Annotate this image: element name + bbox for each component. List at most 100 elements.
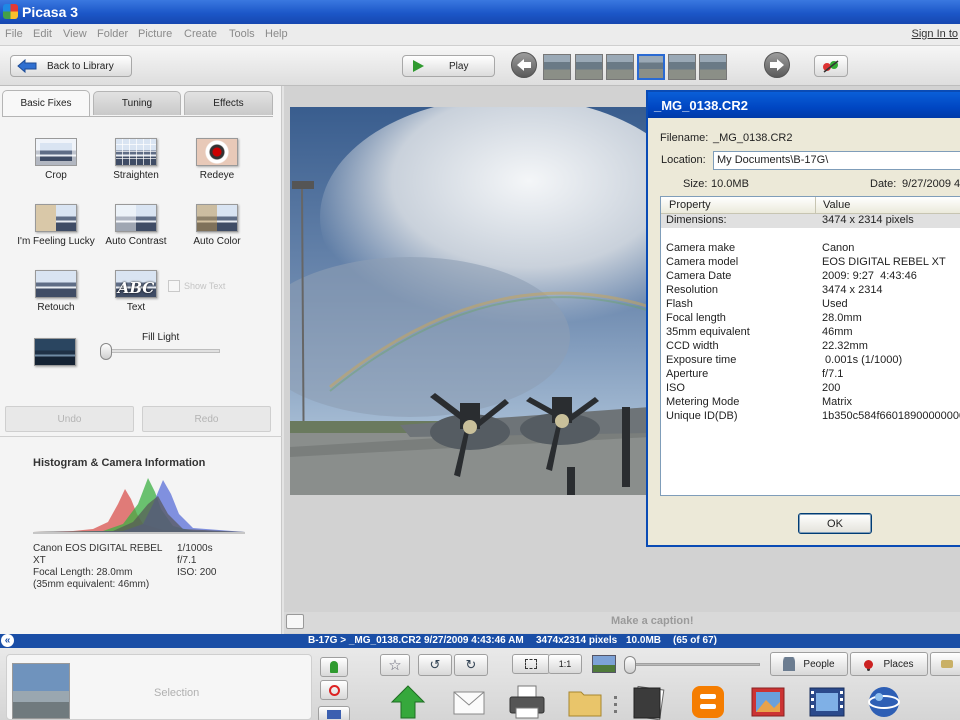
dialog-title: _MG_0138.CR2 bbox=[648, 92, 960, 118]
fill-light-label: Fill Light bbox=[142, 332, 180, 343]
geotag-action[interactable] bbox=[866, 684, 902, 718]
tags-button[interactable] bbox=[930, 652, 960, 676]
property-row[interactable]: CCD width 22.32mm bbox=[661, 340, 960, 354]
fill-light-icon bbox=[34, 338, 76, 366]
property-row[interactable]: Focal length 28.0mm bbox=[661, 312, 960, 326]
play-icon bbox=[413, 60, 424, 72]
zoom-slider-track[interactable] bbox=[628, 663, 760, 666]
property-row[interactable]: Flash Used bbox=[661, 298, 960, 312]
retouch-tool[interactable]: Retouch bbox=[16, 270, 96, 313]
next-photo-button[interactable] bbox=[764, 52, 790, 78]
email-action[interactable] bbox=[451, 684, 487, 718]
tab-tuning[interactable]: Tuning bbox=[93, 91, 181, 115]
back-to-library-button[interactable]: Back to Library bbox=[10, 55, 132, 77]
clear-tray-button[interactable] bbox=[320, 680, 348, 700]
filmstrip-thumbnail[interactable] bbox=[699, 54, 727, 80]
collapse-icon[interactable]: « bbox=[1, 634, 14, 647]
selection-thumbnail[interactable] bbox=[12, 663, 70, 719]
straighten-tool[interactable]: Straighten bbox=[96, 138, 176, 181]
zoom-slider-handle[interactable] bbox=[624, 656, 636, 674]
people-button[interactable]: People bbox=[770, 652, 848, 676]
fill-light-slider-handle[interactable] bbox=[100, 343, 112, 360]
redeye-tool[interactable]: Redeye bbox=[177, 138, 257, 181]
property-row[interactable]: ISO 200 bbox=[661, 382, 960, 396]
upload-arrow-icon bbox=[390, 685, 426, 719]
menu-edit[interactable]: Edit bbox=[33, 28, 52, 40]
hold-button[interactable] bbox=[320, 657, 348, 677]
window-title: Picasa 3 bbox=[22, 4, 79, 20]
photo-dimensions: 3474x2314 pixels bbox=[536, 635, 618, 646]
crop-icon bbox=[35, 138, 77, 166]
blogger-action[interactable] bbox=[690, 684, 726, 718]
menu-folder[interactable]: Folder bbox=[97, 28, 128, 40]
property-row[interactable]: 35mm equivalent 46mm bbox=[661, 326, 960, 340]
location-field[interactable]: My Documents\B-17G\ bbox=[713, 151, 960, 170]
album-button[interactable] bbox=[318, 706, 350, 720]
text-tool[interactable]: ABC Text bbox=[96, 270, 176, 313]
menu-view[interactable]: View bbox=[63, 28, 87, 40]
rotate-right-button[interactable]: ↻ bbox=[454, 654, 488, 676]
print-action[interactable] bbox=[508, 684, 545, 719]
caption-bar: Make a caption! bbox=[284, 612, 960, 633]
filmstrip-thumbnail[interactable] bbox=[606, 54, 634, 80]
camera-35mm-equivalent: (35mm equivalent: 46mm) bbox=[33, 579, 150, 590]
menu-picture[interactable]: Picture bbox=[138, 28, 172, 40]
export-action[interactable] bbox=[567, 684, 603, 718]
fit-view-button[interactable] bbox=[512, 654, 550, 674]
menu-tools[interactable]: Tools bbox=[229, 28, 255, 40]
feeling-lucky-tool[interactable]: I'm Feeling Lucky bbox=[16, 204, 96, 247]
properties-list[interactable]: Property Value Dimensions: 3474 x 2314 pi… bbox=[660, 196, 960, 496]
filmstrip-thumbnail-selected[interactable] bbox=[637, 54, 665, 80]
property-row[interactable]: Exposure time 0.001s (1/1000) bbox=[661, 354, 960, 368]
fill-light-slider-track[interactable] bbox=[104, 349, 220, 353]
red-eye-icon bbox=[196, 138, 238, 166]
previous-photo-button[interactable] bbox=[511, 52, 537, 78]
tab-effects[interactable]: Effects bbox=[184, 91, 273, 115]
caption-edit-icon[interactable] bbox=[286, 614, 304, 629]
property-row[interactable]: Camera model EOS DIGITAL REBEL XT bbox=[661, 256, 960, 270]
crop-tool[interactable]: Crop bbox=[16, 138, 96, 181]
filmstrip-thumbnail[interactable] bbox=[543, 54, 571, 80]
filmstrip-thumbnail[interactable] bbox=[575, 54, 603, 80]
property-row[interactable]: Resolution 3474 x 2314 bbox=[661, 284, 960, 298]
tab-basic-fixes[interactable]: Basic Fixes bbox=[2, 90, 90, 116]
actual-size-button[interactable]: 1:1 bbox=[548, 654, 582, 674]
text-label: Text bbox=[126, 302, 146, 313]
sign-in-link[interactable]: Sign In to bbox=[912, 28, 958, 40]
menu-help[interactable]: Help bbox=[265, 28, 288, 40]
property-row[interactable]: Camera make Canon bbox=[661, 242, 960, 256]
auto-contrast-tool[interactable]: Auto Contrast bbox=[96, 204, 176, 247]
ok-button[interactable]: OK bbox=[798, 513, 872, 534]
feeling-lucky-icon bbox=[35, 204, 77, 232]
property-row[interactable]: Aperture f/7.1 bbox=[661, 368, 960, 382]
movie-action[interactable] bbox=[808, 684, 845, 718]
property-value: Canon bbox=[822, 242, 855, 254]
main-photo[interactable] bbox=[290, 107, 650, 495]
redo-button[interactable]: Redo bbox=[142, 406, 271, 432]
picasa-logo-icon bbox=[3, 4, 18, 19]
col-value-header[interactable]: Value bbox=[823, 199, 850, 211]
shop-action[interactable] bbox=[630, 684, 666, 720]
caption-placeholder[interactable]: Make a caption! bbox=[611, 615, 694, 627]
star-button[interactable]: ☆ bbox=[380, 654, 410, 676]
menu-create[interactable]: Create bbox=[184, 28, 217, 40]
filmstrip-thumbnail[interactable] bbox=[668, 54, 696, 80]
play-button[interactable]: Play bbox=[402, 55, 495, 77]
property-value: 3474 x 2314 pixels bbox=[822, 214, 914, 226]
property-row[interactable] bbox=[661, 228, 960, 242]
upload-action[interactable] bbox=[390, 684, 426, 719]
show-text-checkbox[interactable] bbox=[168, 280, 180, 292]
property-row[interactable]: Dimensions: 3474 x 2314 pixels bbox=[661, 214, 960, 228]
property-row[interactable]: Camera Date 2009: 9:27 4:43:46 bbox=[661, 270, 960, 284]
places-button[interactable]: Places bbox=[850, 652, 928, 676]
rotate-left-button[interactable]: ↺ bbox=[418, 654, 452, 676]
property-name: Unique ID(DB) bbox=[666, 410, 738, 422]
property-row[interactable]: Metering Mode Matrix bbox=[661, 396, 960, 410]
collage-action[interactable] bbox=[750, 684, 786, 718]
menu-file[interactable]: File bbox=[5, 28, 23, 40]
auto-color-tool[interactable]: Auto Color bbox=[177, 204, 257, 247]
property-row[interactable]: Unique ID(DB) 1b350c584f660189000000000 bbox=[661, 410, 960, 424]
upload-button[interactable] bbox=[814, 55, 848, 77]
col-property-header[interactable]: Property bbox=[669, 199, 711, 211]
undo-button[interactable]: Undo bbox=[5, 406, 134, 432]
